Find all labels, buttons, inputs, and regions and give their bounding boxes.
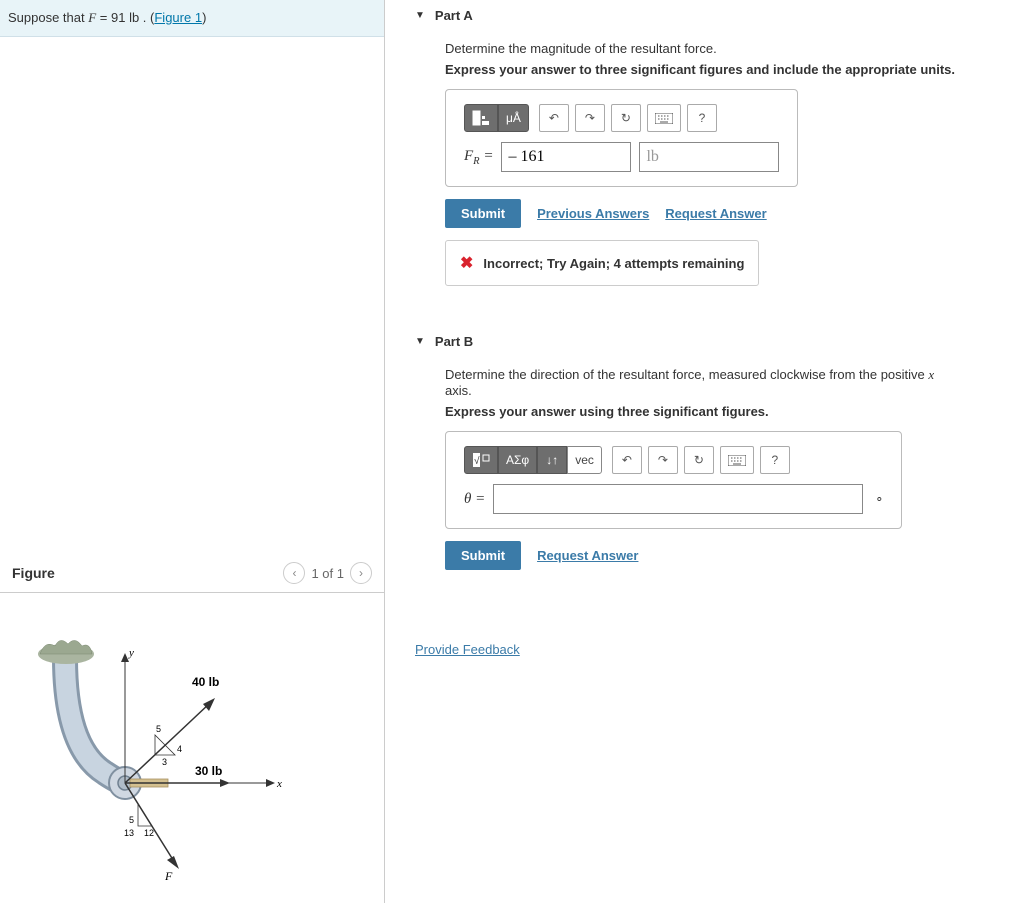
figure-header: Figure ‹ 1 of 1 › <box>0 554 384 593</box>
force-30-label: 30 lb <box>195 764 222 778</box>
part-b-var-label: θ = <box>464 491 485 508</box>
redo-button[interactable]: ↷ <box>648 446 678 474</box>
part-a-submit-button[interactable]: Submit <box>445 199 521 228</box>
figure-prev-button[interactable]: ‹ <box>283 562 305 584</box>
part-b-title: Part B <box>435 334 473 349</box>
axis-y-label: y <box>128 647 134 659</box>
vec-button[interactable]: vec <box>567 446 602 474</box>
problem-prefix: Suppose that <box>8 10 88 25</box>
figure-link[interactable]: Figure 1 <box>154 10 202 25</box>
template-button[interactable]: √ <box>464 446 498 474</box>
right-panel: ▼ Part A Determine the magnitude of the … <box>385 0 1024 903</box>
keyboard-button[interactable] <box>720 446 754 474</box>
keyboard-button[interactable] <box>647 104 681 132</box>
help-button[interactable]: ? <box>687 104 717 132</box>
part-a-request-answer-link[interactable]: Request Answer <box>665 206 766 221</box>
part-a-answer-box: μÅ ↶ ↷ ↻ ? FR = <box>445 89 798 187</box>
tri-5b: 5 <box>129 815 134 825</box>
part-a-previous-answers-link[interactable]: Previous Answers <box>537 206 649 221</box>
collapse-icon: ▼ <box>415 10 425 21</box>
part-a-unit-input[interactable] <box>639 142 779 172</box>
part-a-toolbar: μÅ ↶ ↷ ↻ ? <box>464 104 779 132</box>
figure-diagram: y x 40 lb 30 lb F 5 4 3 5 13 12 <box>0 593 384 883</box>
reset-button[interactable]: ↻ <box>684 446 714 474</box>
tri-5a: 5 <box>156 724 161 734</box>
part-a-feedback: ✖ Incorrect; Try Again; 4 attempts remai… <box>445 240 759 286</box>
figure-title: Figure <box>12 565 55 581</box>
part-a-title: Part A <box>435 8 473 23</box>
force-F-label: F <box>164 869 173 883</box>
tri-12: 12 <box>144 828 154 838</box>
undo-button[interactable]: ↶ <box>612 446 642 474</box>
part-b-bold: Express your answer using three signific… <box>445 404 964 419</box>
tri-13: 13 <box>124 828 134 838</box>
part-a-value-input[interactable] <box>501 142 631 172</box>
part-a-instruction: Determine the magnitude of the resultant… <box>445 41 964 56</box>
feedback-text: Incorrect; Try Again; 4 attempts remaini… <box>483 256 744 271</box>
svg-text:√: √ <box>474 455 480 467</box>
figure-next-button[interactable]: › <box>350 562 372 584</box>
part-b-value-input[interactable] <box>493 484 863 514</box>
part-b-submit-button[interactable]: Submit <box>445 541 521 570</box>
figure-nav: ‹ 1 of 1 › <box>283 562 372 584</box>
units-button[interactable]: μÅ <box>498 104 529 132</box>
reset-button[interactable]: ↻ <box>611 104 641 132</box>
part-a-answer-row: FR = <box>464 142 779 172</box>
axis-x-label: x <box>276 778 282 790</box>
left-panel: Suppose that F = 91 lb . (Figure 1) Figu… <box>0 0 385 903</box>
figure-section: Figure ‹ 1 of 1 › <box>0 554 384 903</box>
problem-suffix: ) <box>202 10 206 25</box>
part-b-request-answer-link[interactable]: Request Answer <box>537 548 638 563</box>
template-button[interactable] <box>464 104 498 132</box>
problem-eq: = 91 lb . ( <box>96 10 154 25</box>
redo-button[interactable]: ↷ <box>575 104 605 132</box>
part-a-bold: Express your answer to three significant… <box>445 62 964 77</box>
degree-symbol: ∘ <box>875 491 883 507</box>
tri-4: 4 <box>177 744 182 754</box>
incorrect-icon: ✖ <box>460 253 473 273</box>
updown-button[interactable]: ↓↑ <box>537 446 567 474</box>
help-button[interactable]: ? <box>760 446 790 474</box>
tri-3: 3 <box>162 757 167 767</box>
part-b-header[interactable]: ▼ Part B <box>385 326 1024 357</box>
part-a-var-label: FR = <box>464 148 493 167</box>
undo-button[interactable]: ↶ <box>539 104 569 132</box>
part-b-answer-row: θ = ∘ <box>464 484 883 514</box>
part-a-submit-row: Submit Previous Answers Request Answer <box>445 199 964 228</box>
part-a: ▼ Part A Determine the magnitude of the … <box>385 0 1024 296</box>
provide-feedback-link[interactable]: Provide Feedback <box>385 642 520 657</box>
greek-button[interactable]: ΑΣφ <box>498 446 537 474</box>
part-b-instruction: Determine the direction of the resultant… <box>445 367 964 398</box>
collapse-icon: ▼ <box>415 336 425 347</box>
part-b-answer-box: √ ΑΣφ ↓↑ vec ↶ ↷ ↻ ? θ = ∘ <box>445 431 902 529</box>
figure-nav-text: 1 of 1 <box>311 566 344 581</box>
problem-statement: Suppose that F = 91 lb . (Figure 1) <box>0 0 384 37</box>
part-a-header[interactable]: ▼ Part A <box>385 0 1024 31</box>
part-b-submit-row: Submit Request Answer <box>445 541 964 570</box>
force-40-label: 40 lb <box>192 675 219 689</box>
problem-var: F <box>88 10 96 25</box>
part-b: ▼ Part B Determine the direction of the … <box>385 326 1024 592</box>
part-b-toolbar: √ ΑΣφ ↓↑ vec ↶ ↷ ↻ ? <box>464 446 883 474</box>
